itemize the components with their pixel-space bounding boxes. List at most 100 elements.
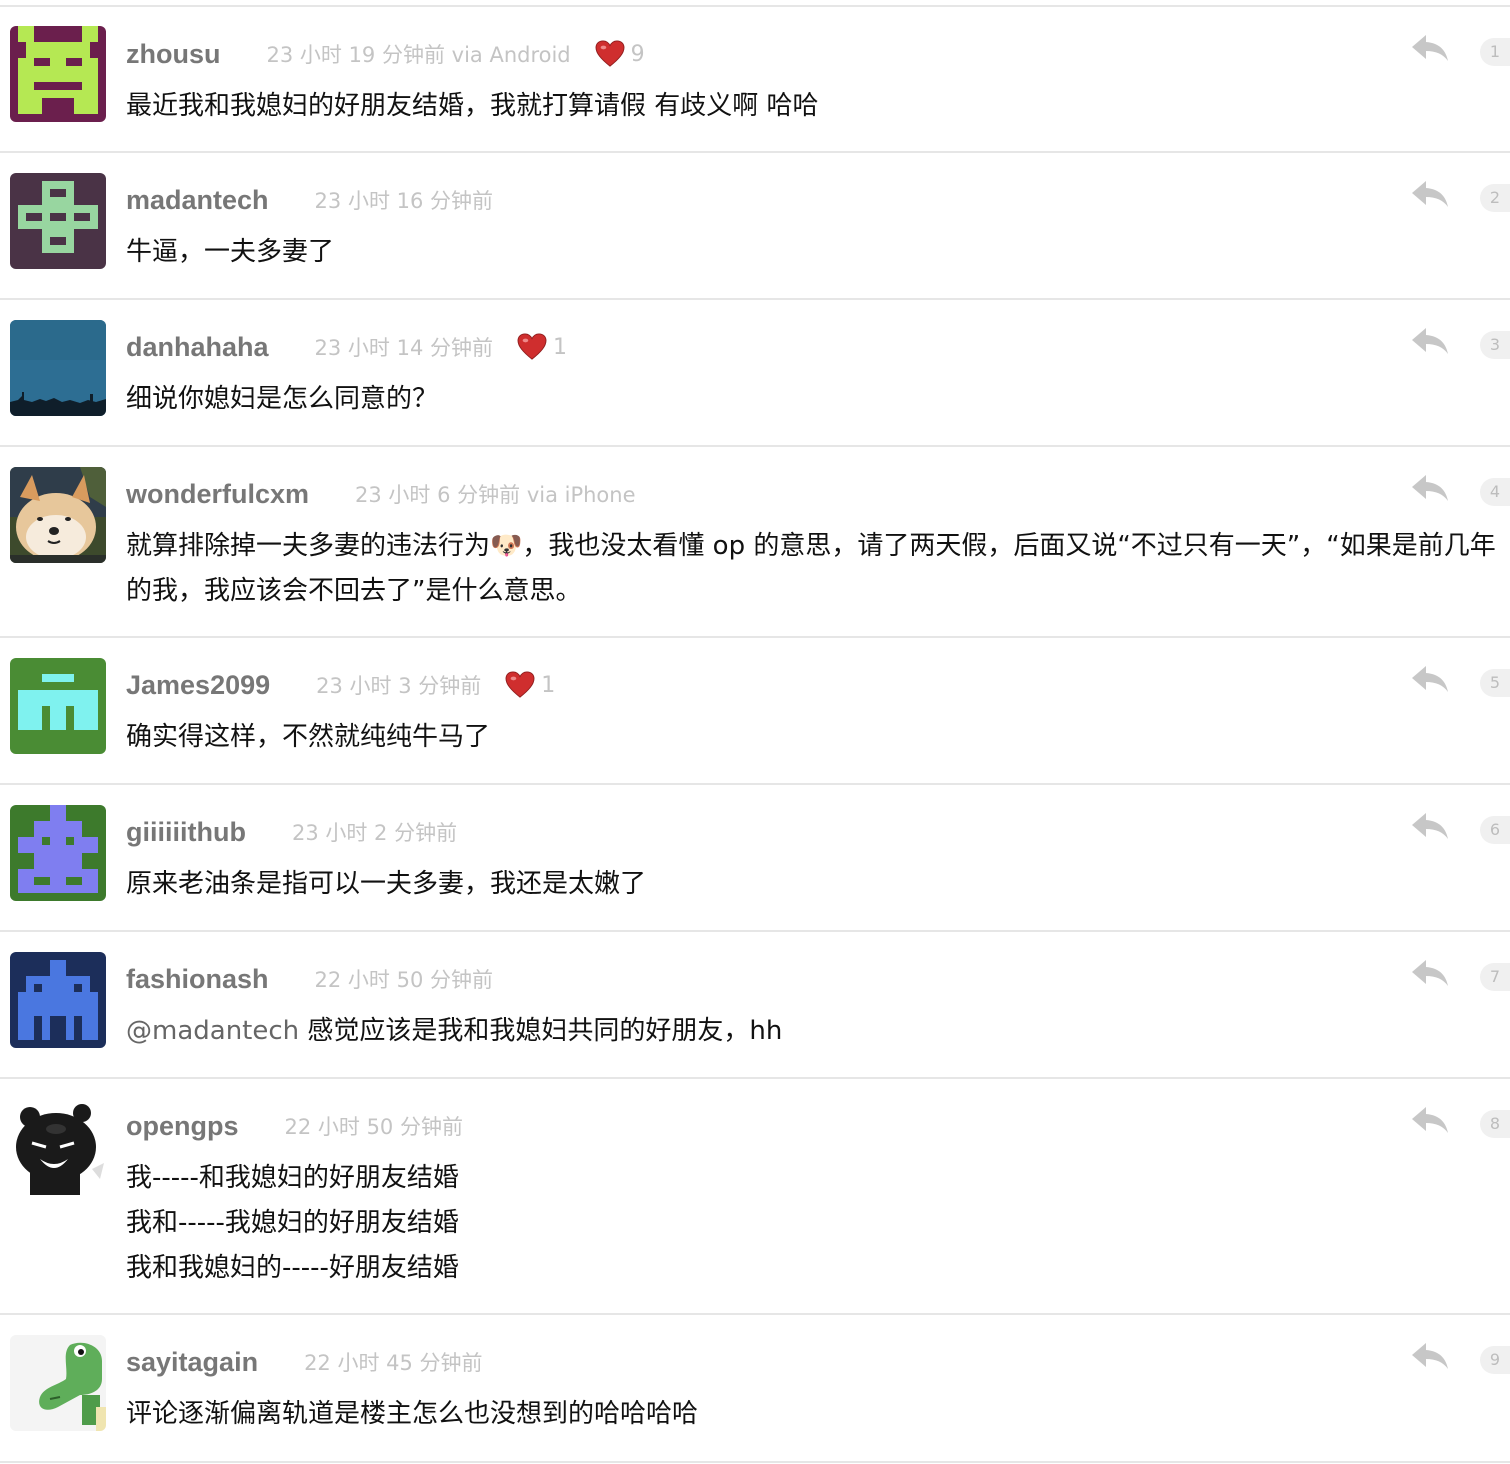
reply-arrow-icon [1412,328,1448,354]
reply-arrow-icon [1412,960,1448,986]
thanks-count: 1 [505,671,555,699]
content-text: 感觉应该是我和我媳妇共同的好朋友，hh [299,1016,783,1046]
reply-arrow-icon [1412,666,1448,692]
avatar[interactable] [10,173,106,269]
reply-meta: opengps 22 小时 50 分钟前 [126,1109,463,1143]
username[interactable]: giiiiiithub [126,817,246,848]
reply-content: 原来老油条是指可以一夫多妻，我还是太嫩了 [126,862,1500,907]
content-text: 就算排除掉一夫多妻的违法行为 [126,531,491,561]
reply-arrow-icon [1412,475,1448,501]
avatar[interactable] [10,26,106,122]
reply-content: 评论逐渐偏离轨道是楼主怎么也没想到的哈哈哈哈 [126,1392,1500,1437]
reply-item: fashionash 22 小时 50 分钟前 @madantech 感觉应该是… [0,932,1510,1079]
floor-number: 4 [1480,478,1510,506]
reply-item: James2099 23 小时 3 分钟前 1 确实得这样，不然就纯纯牛马了 5 [0,638,1510,785]
reply-item: wonderfulcxm 23 小时 6 分钟前 via iPhone 就算排除… [0,447,1510,638]
avatar[interactable] [10,805,106,901]
content-line: 我-----和我媳妇的好朋友结婚 [126,1163,459,1193]
avatar[interactable] [10,320,106,416]
content-line: 我和-----我媳妇的好朋友结婚 [126,1208,459,1238]
floor-number: 5 [1480,669,1510,697]
reply-meta: danhahaha 23 小时 14 分钟前 1 [126,330,567,364]
reply-meta: madantech 23 小时 16 分钟前 [126,183,493,217]
reply-time: 22 小时 50 分钟前 [284,1115,463,1139]
username[interactable]: fashionash [126,964,269,995]
reply-button[interactable] [1410,1105,1450,1135]
reply-arrow-icon [1412,181,1448,207]
reply-item: opengps 22 小时 50 分钟前 我-----和我媳妇的好朋友结婚 我和… [0,1079,1510,1315]
username[interactable]: opengps [126,1111,239,1142]
reply-meta: zhousu 23 小时 19 分钟前 via Android 9 [126,37,645,71]
reply-item: giiiiiithub 23 小时 2 分钟前 原来老油条是指可以一夫多妻，我还… [0,785,1510,932]
reply-time: 23 小时 19 分钟前 via Android [266,43,571,67]
thanks-number: 1 [541,672,556,698]
reply-arrow-icon [1412,1343,1448,1369]
mention-link[interactable]: @madantech [126,1016,299,1046]
heart-icon [505,671,535,698]
reply-meta: giiiiiithub 23 小时 2 分钟前 [126,815,457,849]
reply-meta: James2099 23 小时 3 分钟前 1 [126,668,555,702]
reply-content: 确实得这样，不然就纯纯牛马了 [126,715,1500,760]
reply-time: 23 小时 6 分钟前 via iPhone [355,483,636,507]
reply-content: 牛逼，一夫多妻了 [126,230,1500,275]
reply-arrow-icon [1412,813,1448,839]
reply-button[interactable] [1410,958,1450,988]
avatar[interactable] [10,1099,106,1195]
reply-time: 23 小时 3 分钟前 [316,674,482,698]
avatar[interactable] [10,952,106,1048]
content-line: 细说你媳妇是怎么同意的？ [126,384,439,414]
reply-time: 23 小时 14 分钟前 [314,336,494,360]
floor-number: 2 [1480,184,1510,212]
reply-time: 23 小时 16 分钟前 [314,189,494,213]
reply-content: @madantech 感觉应该是我和我媳妇共同的好朋友，hh [126,1009,1500,1054]
reply-content: 我-----和我媳妇的好朋友结婚 我和-----我媳妇的好朋友结婚 我和我媳妇的… [126,1156,1500,1291]
reply-item: zhousu 23 小时 19 分钟前 via Android 9 最近我和我媳… [0,7,1510,153]
thanks-number: 9 [630,41,645,67]
reply-meta: wonderfulcxm 23 小时 6 分钟前 via iPhone [126,477,636,511]
reply-item: sayitagain 22 小时 45 分钟前 评论逐渐偏离轨道是楼主怎么也没想… [0,1315,1510,1463]
reply-content: 最近我和我媳妇的好朋友结婚，我就打算请假 有歧义啊 哈哈 [126,84,1500,129]
reply-button[interactable] [1410,179,1450,209]
floor-number: 9 [1480,1346,1510,1374]
username[interactable]: madantech [126,185,269,216]
content-line: 最近我和我媳妇的好朋友结婚，我就打算请假 有歧义啊 哈哈 [126,91,819,121]
heart-icon [595,40,625,67]
reply-button[interactable] [1410,664,1450,694]
reply-meta: sayitagain 22 小时 45 分钟前 [126,1345,483,1379]
content-line: 确实得这样，不然就纯纯牛马了 [126,722,491,752]
username[interactable]: James2099 [126,670,270,701]
heart-icon [517,333,547,360]
reply-content: 就算排除掉一夫多妻的违法行为🐶，我也没太看懂 op 的意思，请了两天假，后面又说… [126,524,1500,614]
reply-item: danhahaha 23 小时 14 分钟前 1 细说你媳妇是怎么同意的？ 3 [0,300,1510,447]
reply-time: 22 小时 45 分钟前 [304,1351,483,1375]
floor-number: 7 [1480,963,1510,991]
thanks-number: 1 [553,334,568,360]
username[interactable]: danhahaha [126,332,269,363]
username[interactable]: zhousu [126,39,221,70]
reply-item: madantech 23 小时 16 分钟前 牛逼，一夫多妻了 2 [0,153,1510,300]
avatar[interactable] [10,467,106,563]
avatar[interactable] [10,1335,106,1431]
reply-button[interactable] [1410,33,1450,63]
floor-number: 6 [1480,816,1510,844]
reply-button[interactable] [1410,1341,1450,1371]
content-line: 牛逼，一夫多妻了 [126,237,335,267]
thanks-count: 9 [595,40,645,68]
reply-time: 22 小时 50 分钟前 [314,968,494,992]
content-line: 我和我媳妇的-----好朋友结婚 [126,1253,459,1283]
floor-number: 8 [1480,1110,1510,1138]
reply-button[interactable] [1410,473,1450,503]
content-line: 评论逐渐偏离轨道是楼主怎么也没想到的哈哈哈哈 [126,1399,699,1429]
reply-arrow-icon [1412,35,1448,61]
reply-content: 细说你媳妇是怎么同意的？ [126,377,1500,422]
reply-arrow-icon [1412,1107,1448,1133]
reply-list: zhousu 23 小时 19 分钟前 via Android 9 最近我和我媳… [0,0,1510,1464]
reply-button[interactable] [1410,326,1450,356]
reply-time: 23 小时 2 分钟前 [291,821,458,845]
floor-number: 3 [1480,331,1510,359]
username[interactable]: sayitagain [126,1347,258,1378]
dog-emoji: 🐶 [490,531,523,561]
username[interactable]: wonderfulcxm [126,479,309,510]
avatar[interactable] [10,658,106,754]
reply-button[interactable] [1410,811,1450,841]
